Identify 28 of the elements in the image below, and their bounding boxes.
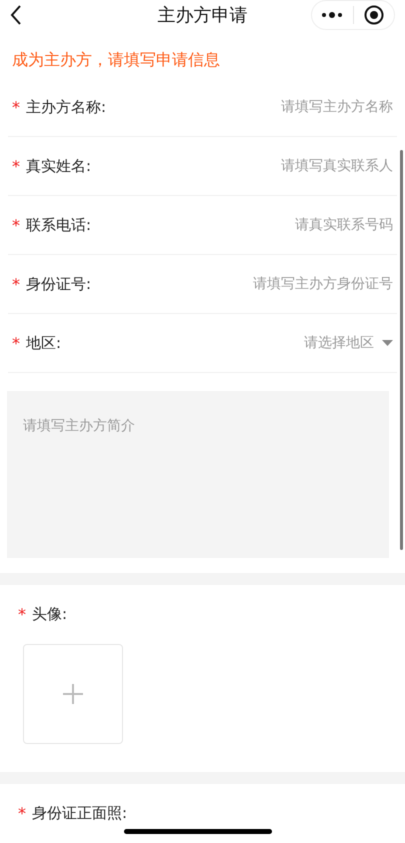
notice-text: 成为主办方，请填写申请信息 xyxy=(11,49,221,71)
field-label: 身份证号: xyxy=(26,274,92,294)
field-label: 主办方名称: xyxy=(26,98,106,116)
input-field[interactable]: 请填写主办方身份证号 xyxy=(223,276,393,292)
required-mark: * xyxy=(12,334,20,352)
required-mark: * xyxy=(12,98,20,116)
input-field[interactable]: 请填写主办方名称 xyxy=(223,99,393,115)
more-icon xyxy=(321,12,344,18)
region-picker[interactable]: 请选择地区 xyxy=(304,334,393,352)
required-mark: * xyxy=(18,804,26,823)
required-mark: * xyxy=(12,216,20,234)
field-label: 真实姓名: xyxy=(26,156,92,176)
required-mark: * xyxy=(12,156,20,176)
plus-icon xyxy=(63,684,83,704)
required-mark: * xyxy=(18,605,26,624)
back-button[interactable] xyxy=(10,5,22,25)
target-icon xyxy=(364,5,384,25)
back-icon xyxy=(10,5,22,25)
field-label: 头像: xyxy=(32,605,68,624)
page-title: 主办方申请 xyxy=(158,5,248,26)
input-field[interactable]: 请真实联系号码 xyxy=(223,217,393,233)
dropdown-icon xyxy=(382,340,393,346)
field-label: 地区: xyxy=(26,334,62,352)
required-mark: * xyxy=(12,274,20,294)
field-label: 身份证正面照: xyxy=(32,804,128,823)
field-label: 联系电话: xyxy=(26,216,92,234)
intro-field[interactable]: 请填写主办方简介 xyxy=(7,391,389,558)
input-field[interactable]: 请填写真实联系人 xyxy=(223,158,393,174)
